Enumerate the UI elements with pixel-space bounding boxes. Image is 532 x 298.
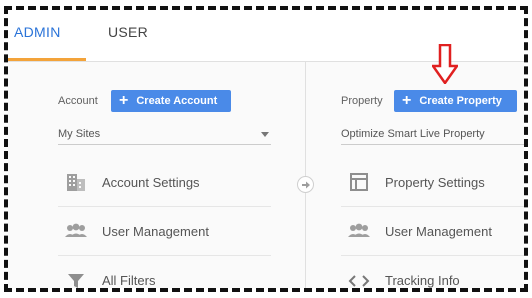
tracking-info-item[interactable]: Tracking Info	[341, 256, 524, 289]
create-property-label: Create Property	[419, 95, 502, 107]
property-user-management-label: User Management	[385, 223, 492, 239]
account-select-value: My Sites	[58, 127, 101, 140]
account-user-management-label: User Management	[102, 223, 209, 239]
code-icon	[347, 269, 371, 289]
active-tab-indicator	[8, 58, 86, 61]
create-account-label: Create Account	[136, 95, 218, 107]
account-settings-label: Account Settings	[102, 174, 200, 190]
account-user-management-item[interactable]: User Management	[58, 207, 271, 256]
account-settings-item[interactable]: Account Settings	[58, 158, 271, 207]
chevron-down-icon	[261, 132, 269, 137]
tracking-info-label: Tracking Info	[385, 273, 460, 288]
annotation-arrow-icon	[432, 44, 458, 84]
tab-admin[interactable]: ADMIN	[14, 24, 61, 40]
property-select-value: Optimize Smart Live Property	[341, 127, 485, 140]
building-icon	[64, 170, 88, 194]
account-column-label: Account	[58, 95, 98, 107]
property-panel-icon	[347, 170, 371, 194]
create-account-button[interactable]: + Create Account	[111, 90, 231, 112]
forward-arrow-icon[interactable]	[297, 176, 314, 193]
filter-icon	[64, 269, 88, 289]
account-select[interactable]: My Sites	[58, 123, 271, 145]
property-select[interactable]: Optimize Smart Live Property	[341, 123, 524, 145]
property-user-management-item[interactable]: User Management	[341, 207, 524, 256]
all-filters-label: All Filters	[102, 273, 156, 288]
tab-user[interactable]: USER	[108, 24, 148, 40]
admin-content: Account + Create Account My Sites Accoun…	[8, 62, 524, 289]
create-property-button[interactable]: + Create Property	[394, 90, 517, 112]
plus-icon: +	[402, 92, 412, 109]
property-settings-label: Property Settings	[385, 174, 485, 190]
people-icon	[347, 219, 371, 243]
people-icon	[64, 219, 88, 243]
property-settings-item[interactable]: Property Settings	[341, 158, 524, 207]
screenshot-frame: ADMIN USER Account + Create Account My S…	[4, 6, 528, 292]
property-column-label: Property	[341, 95, 383, 107]
plus-icon: +	[119, 92, 129, 109]
all-filters-item[interactable]: All Filters	[58, 256, 271, 289]
